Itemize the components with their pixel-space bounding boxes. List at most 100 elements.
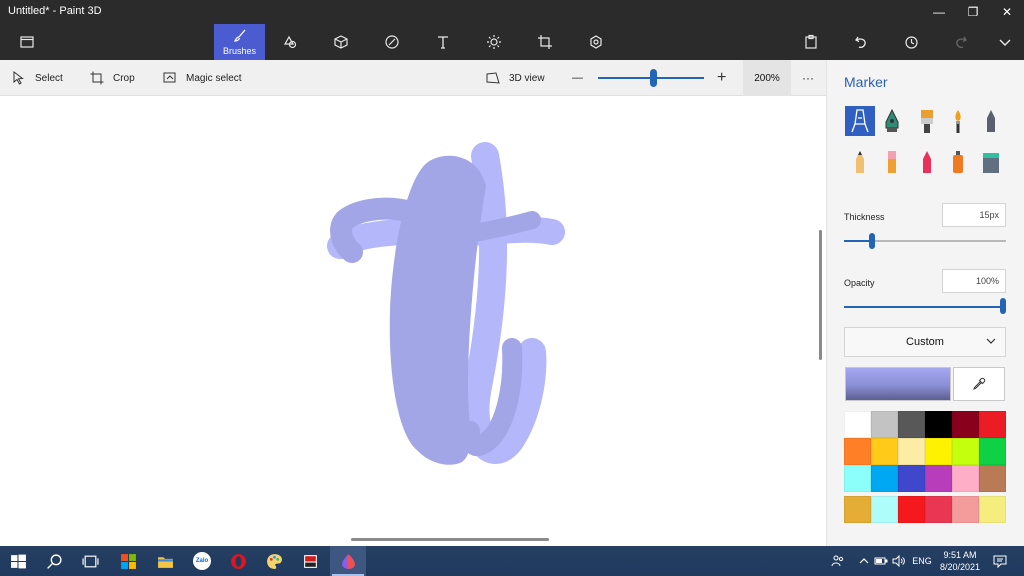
tool-fill[interactable]: [976, 147, 1006, 177]
redo-icon[interactable]: [936, 24, 986, 60]
current-color-swatch[interactable]: [845, 367, 951, 401]
palette-swatch[interactable]: [979, 411, 1006, 438]
store-icon[interactable]: [110, 546, 146, 576]
clock[interactable]: 9:51 AM 8/20/2021: [935, 549, 985, 573]
magic-select-button[interactable]: Magic select: [163, 60, 242, 96]
close-button[interactable]: ✕: [990, 0, 1024, 24]
people-icon[interactable]: [828, 546, 848, 576]
palette-swatch[interactable]: [898, 496, 925, 523]
palette-swatch[interactable]: [979, 496, 1006, 523]
effects-icon[interactable]: [469, 24, 519, 60]
menu-folder-icon[interactable]: [2, 24, 52, 60]
battery-icon[interactable]: [873, 546, 889, 576]
zoom-value[interactable]: 200%: [743, 60, 791, 96]
tool-watercolor[interactable]: [943, 106, 973, 136]
maximize-button[interactable]: ❐: [956, 0, 990, 24]
zoom-slider-thumb[interactable]: [650, 69, 657, 87]
chevron-up-icon[interactable]: [856, 546, 872, 576]
palette-swatch[interactable]: [925, 411, 952, 438]
thickness-slider-fill: [844, 240, 872, 242]
paint-icon[interactable]: [256, 546, 292, 576]
panel-title: Marker: [844, 74, 888, 90]
text-icon[interactable]: [418, 24, 468, 60]
palette-swatch[interactable]: [898, 438, 925, 465]
2d-shapes-icon[interactable]: [265, 24, 315, 60]
palette-swatch[interactable]: [925, 465, 952, 492]
select-button[interactable]: Select: [12, 60, 63, 96]
tool-calligraphy-pen[interactable]: [877, 106, 907, 136]
canvas[interactable]: [0, 96, 826, 546]
ms-paint-icon[interactable]: [292, 546, 328, 576]
3d-view-icon: [486, 72, 500, 84]
undo-icon[interactable]: [836, 24, 886, 60]
opacity-input[interactable]: 100%: [942, 269, 1006, 293]
file-explorer-icon[interactable]: [147, 546, 183, 576]
palette-swatch[interactable]: [925, 438, 952, 465]
search-icon[interactable]: [36, 546, 72, 576]
marker-icon: [851, 109, 869, 133]
calligraphy-pen-icon: [885, 108, 899, 132]
paste-icon[interactable]: [786, 24, 836, 60]
zoom-out-button[interactable]: —: [572, 60, 583, 96]
palette-swatch[interactable]: [871, 411, 898, 438]
palette-swatch[interactable]: [979, 465, 1006, 492]
notifications-icon[interactable]: [990, 546, 1010, 576]
fill-bucket-icon: [983, 153, 999, 173]
3d-library-icon[interactable]: [571, 24, 621, 60]
drawing-layer[interactable]: [0, 96, 826, 546]
palette-swatch[interactable]: [898, 411, 925, 438]
canvas-icon[interactable]: [520, 24, 570, 60]
stickers-icon[interactable]: [367, 24, 417, 60]
palette-swatch[interactable]: [871, 438, 898, 465]
crop-button[interactable]: Crop: [90, 60, 135, 96]
tool-pencil[interactable]: [845, 147, 875, 177]
crop-icon: [90, 71, 104, 85]
tool-marker[interactable]: [845, 106, 875, 136]
paint-3d-icon[interactable]: [330, 546, 366, 576]
palette-swatch[interactable]: [952, 438, 979, 465]
zalo-icon[interactable]: Zalo: [184, 546, 220, 576]
palette-swatch[interactable]: [844, 438, 871, 465]
expand-icon[interactable]: [982, 24, 1024, 60]
windows-start-icon[interactable]: [0, 546, 36, 576]
thickness-input[interactable]: 15px: [942, 203, 1006, 227]
eyedropper-button[interactable]: [953, 367, 1005, 401]
more-options-button[interactable]: ···: [802, 60, 814, 96]
palette-swatch[interactable]: [844, 411, 871, 438]
thickness-slider-thumb[interactable]: [868, 233, 875, 249]
tool-spray-can[interactable]: [943, 147, 973, 177]
palette-swatch[interactable]: [844, 496, 871, 523]
history-icon[interactable]: [886, 24, 936, 60]
3d-view-button[interactable]: 3D view: [486, 60, 545, 96]
palette-swatch[interactable]: [952, 496, 979, 523]
volume-icon[interactable]: [890, 546, 908, 576]
tool-oil-brush[interactable]: [912, 106, 942, 136]
eraser-icon: [888, 151, 896, 173]
stroke-right-arm: [471, 211, 541, 241]
palette-swatch[interactable]: [844, 465, 871, 492]
taskbar: Zalo ENG 9:51 AM 8/20/2021: [0, 546, 1024, 576]
palette-swatch[interactable]: [925, 496, 952, 523]
select-label: Select: [35, 72, 63, 84]
palette-swatch[interactable]: [871, 496, 898, 523]
tool-pixel-pen[interactable]: [976, 106, 1006, 136]
vertical-scrollbar[interactable]: [819, 230, 822, 360]
color-mode-dropdown[interactable]: Custom: [844, 327, 1006, 357]
opera-icon[interactable]: [220, 546, 256, 576]
opacity-slider-thumb[interactable]: [1000, 298, 1006, 314]
palette-swatch[interactable]: [952, 465, 979, 492]
tool-eraser[interactable]: [877, 147, 907, 177]
palette-swatch[interactable]: [952, 411, 979, 438]
palette-swatch[interactable]: [898, 465, 925, 492]
minimize-button[interactable]: —: [922, 0, 956, 24]
language-indicator[interactable]: ENG: [910, 546, 934, 576]
brushes-icon: [233, 29, 245, 42]
horizontal-scrollbar[interactable]: [351, 538, 549, 541]
task-view-icon[interactable]: [72, 546, 108, 576]
palette-swatch[interactable]: [871, 465, 898, 492]
tool-crayon[interactable]: [912, 147, 942, 177]
zoom-in-button[interactable]: +: [717, 60, 726, 96]
palette-swatch[interactable]: [979, 438, 1006, 465]
tab-brushes[interactable]: Brushes: [214, 24, 265, 60]
3d-shapes-icon[interactable]: [316, 24, 366, 60]
